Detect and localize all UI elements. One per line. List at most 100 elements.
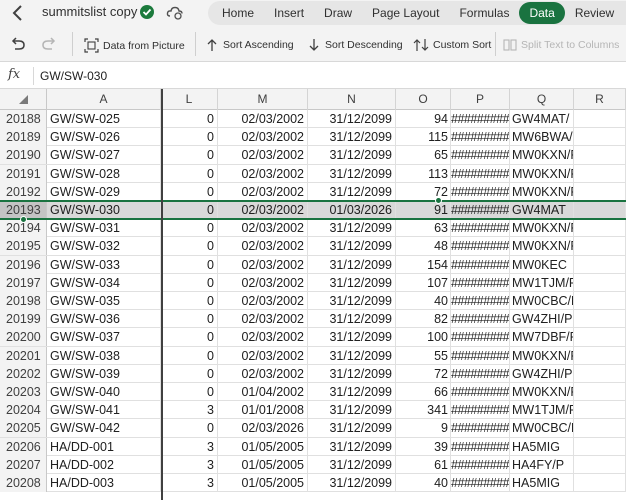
cell-q[interactable]: GW4MAT/ P [510, 110, 574, 128]
cell-m[interactable]: 01/05/2005 [218, 455, 308, 474]
cell-n[interactable]: 31/12/2099 [308, 237, 396, 256]
cell-q[interactable]: HA4FY/P [510, 455, 574, 474]
cell-n[interactable]: 31/12/2099 [308, 383, 396, 401]
tab-data[interactable]: Data [519, 2, 565, 24]
cell-o[interactable]: 61 [396, 455, 451, 474]
cell-q[interactable]: MW0KXN/P [510, 383, 574, 401]
cell-a[interactable]: GW/SW-042 [47, 419, 161, 438]
row-number[interactable]: 20192 [0, 182, 47, 201]
cell-m[interactable]: 01/05/2005 [218, 437, 308, 456]
cell-r[interactable] [574, 455, 626, 474]
cell-m[interactable]: 02/03/2002 [218, 292, 308, 310]
spreadsheet-grid[interactable]: A L M N O P Q R 20188 GW/SW-025 0 02/03/200… [0, 89, 626, 500]
sort-descending-button[interactable]: Sort Descending [307, 38, 403, 52]
cell-p[interactable]: ########## [451, 128, 510, 147]
cell-a[interactable]: GW/SW-034 [47, 273, 161, 292]
cell-l[interactable]: 0 [161, 310, 218, 329]
cell-q[interactable]: MW1TJM/P [510, 273, 574, 292]
row-number[interactable]: 20190 [0, 146, 47, 165]
row-number[interactable]: 20198 [0, 292, 47, 310]
cell-p[interactable]: ########## [451, 237, 510, 256]
cell-a[interactable]: GW/SW-041 [47, 401, 161, 420]
freeze-pane-divider[interactable] [161, 89, 163, 500]
cell-p[interactable]: ########## [451, 201, 510, 219]
cell-l[interactable]: 0 [161, 328, 218, 347]
cell-p[interactable]: ########## [451, 474, 510, 492]
cell-p[interactable]: ########## [451, 437, 510, 456]
cloud-sync-icon[interactable] [166, 4, 184, 20]
cell-a[interactable]: GW/SW-037 [47, 328, 161, 347]
cell-n[interactable]: 31/12/2099 [308, 146, 396, 165]
cell-a[interactable]: GW/SW-032 [47, 237, 161, 256]
cell-p[interactable]: ########## [451, 273, 510, 292]
cell-o[interactable]: 82 [396, 310, 451, 329]
selection-handle[interactable] [435, 197, 442, 204]
cell-m[interactable]: 02/03/2002 [218, 128, 308, 147]
cell-q[interactable]: MW1TJM/P [510, 401, 574, 420]
tab-page-layout[interactable]: Page Layout [362, 2, 449, 24]
row-number[interactable]: 20196 [0, 255, 47, 274]
cell-a[interactable]: GW/SW-033 [47, 255, 161, 274]
cell-q[interactable]: MW0CBC/P [510, 292, 574, 310]
document-title[interactable]: summitslist copy [42, 4, 137, 19]
table-row[interactable]: 20188 GW/SW-025 0 02/03/2002 31/12/2099 94 ###… [0, 110, 626, 129]
cell-n[interactable]: 31/12/2099 [308, 364, 396, 383]
cell-q[interactable]: GW4ZHI/P [510, 364, 574, 383]
cell-o[interactable]: 341 [396, 401, 451, 420]
cell-m[interactable]: 02/03/2002 [218, 255, 308, 274]
table-row[interactable]: 20198 GW/SW-035 0 02/03/2002 31/12/2099 40 ###… [0, 292, 626, 311]
cell-r[interactable] [574, 201, 626, 219]
select-all-corner[interactable] [0, 89, 47, 110]
table-row[interactable]: 20204 GW/SW-041 3 01/01/2008 31/12/2099 341 ##… [0, 401, 626, 420]
cell-n[interactable]: 31/12/2099 [308, 292, 396, 310]
column-header-a[interactable]: A [47, 89, 161, 110]
cell-p[interactable]: ########## [451, 292, 510, 310]
cell-r[interactable] [574, 128, 626, 147]
cell-p[interactable]: ########## [451, 255, 510, 274]
cell-r[interactable] [574, 364, 626, 383]
cell-n[interactable]: 31/12/2099 [308, 346, 396, 365]
table-row[interactable]: 20190 GW/SW-027 0 02/03/2002 31/12/2099 65 ###… [0, 146, 626, 165]
cell-r[interactable] [574, 419, 626, 438]
cell-l[interactable]: 0 [161, 110, 218, 128]
cell-l[interactable]: 0 [161, 292, 218, 310]
row-number[interactable]: 20191 [0, 164, 47, 183]
cell-r[interactable] [574, 219, 626, 238]
cell-l[interactable]: 0 [161, 201, 218, 219]
cell-o[interactable]: 154 [396, 255, 451, 274]
row-number[interactable]: 20201 [0, 346, 47, 365]
cell-a[interactable]: GW/SW-029 [47, 182, 161, 201]
cell-m[interactable]: 02/03/2002 [218, 201, 308, 219]
back-chevron-icon[interactable] [8, 3, 28, 23]
cell-a[interactable]: GW/SW-025 [47, 110, 161, 128]
table-row[interactable]: 20203 GW/SW-040 0 01/04/2002 31/12/2099 66 ###… [0, 383, 626, 402]
tab-draw[interactable]: Draw [314, 2, 362, 24]
cell-m[interactable]: 02/03/2002 [218, 164, 308, 183]
row-number[interactable]: 20200 [0, 328, 47, 347]
cell-o[interactable]: 39 [396, 437, 451, 456]
cell-p[interactable]: ########## [451, 419, 510, 438]
cell-m[interactable]: 02/03/2002 [218, 110, 308, 128]
saved-check-icon[interactable] [140, 5, 154, 19]
table-row[interactable]: 20194 GW/SW-031 0 02/03/2002 31/12/2099 63 ###… [0, 219, 626, 238]
undo-icon[interactable] [9, 34, 27, 52]
cell-a[interactable]: GW/SW-031 [47, 219, 161, 238]
cell-m[interactable]: 01/01/2008 [218, 401, 308, 420]
cell-a[interactable]: HA/DD-003 [47, 474, 161, 492]
cell-l[interactable]: 0 [161, 273, 218, 292]
cell-r[interactable] [574, 110, 626, 128]
table-row[interactable]: 20195 GW/SW-032 0 02/03/2002 31/12/2099 48 ###… [0, 237, 626, 256]
table-row[interactable]: 20192 GW/SW-029 0 02/03/2002 31/12/2099 72 ###… [0, 182, 626, 201]
row-number[interactable]: 20206 [0, 437, 47, 456]
cell-q[interactable]: GW4ZHI/P [510, 310, 574, 329]
cell-r[interactable] [574, 146, 626, 165]
cell-q[interactable]: GW4MAT [510, 201, 574, 219]
cell-l[interactable]: 3 [161, 401, 218, 420]
cell-p[interactable]: ########## [451, 401, 510, 420]
column-header-o[interactable]: O [396, 89, 451, 110]
cell-p[interactable]: ########## [451, 383, 510, 401]
cell-l[interactable]: 0 [161, 419, 218, 438]
cell-l[interactable]: 0 [161, 346, 218, 365]
cell-r[interactable] [574, 346, 626, 365]
table-row[interactable]: 20200 GW/SW-037 0 02/03/2002 31/12/2099 100 ##… [0, 328, 626, 347]
